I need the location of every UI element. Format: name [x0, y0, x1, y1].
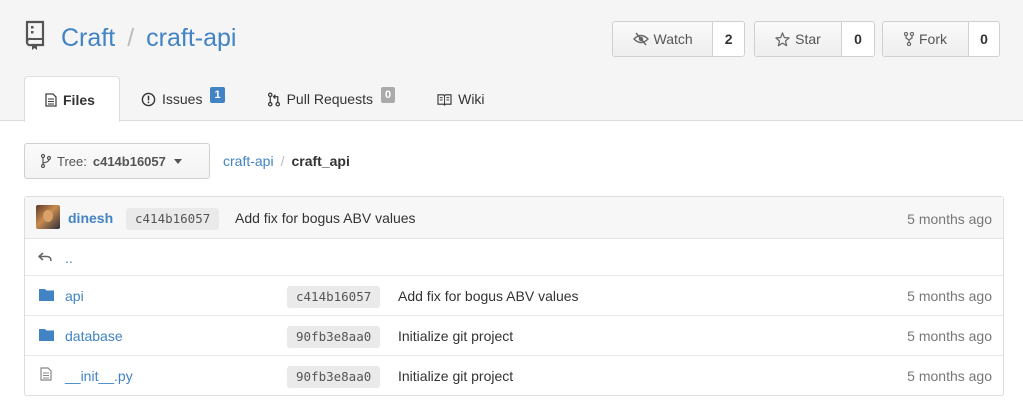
- tab-pull-requests-label: Pull Requests: [286, 91, 373, 107]
- breadcrumb-root-link[interactable]: craft-api: [223, 153, 274, 169]
- repo-name-link[interactable]: craft-api: [146, 24, 236, 52]
- watch-button-group: Watch 2: [612, 21, 745, 57]
- entry-age: 5 months ago: [907, 288, 992, 304]
- repo-title: Craft / craft-api: [61, 22, 236, 54]
- parent-directory-link[interactable]: ..: [65, 250, 73, 266]
- breadcrumb: craft-api / craft_api: [223, 153, 350, 169]
- star-label: Star: [795, 31, 821, 47]
- latest-commit-bar: dinesh c414b16057 Add fix for bogus ABV …: [25, 197, 1003, 239]
- fork-count[interactable]: 0: [969, 22, 999, 56]
- table-row[interactable]: __init__.py 90fb3e8aa0 Initialize git pr…: [25, 356, 1003, 396]
- watch-count[interactable]: 2: [713, 22, 744, 56]
- entry-age: 5 months ago: [907, 328, 992, 344]
- tab-issues[interactable]: Issues 1: [120, 76, 246, 121]
- watch-label: Watch: [653, 31, 693, 47]
- commit-sha-badge[interactable]: c414b16057: [126, 208, 220, 230]
- commit-author-link[interactable]: dinesh: [68, 210, 113, 226]
- tab-issues-label: Issues: [162, 91, 203, 107]
- pull-requests-count-badge: 0: [380, 87, 396, 103]
- tab-wiki[interactable]: Wiki: [416, 76, 505, 121]
- issue-icon: [141, 92, 156, 106]
- avatar[interactable]: [36, 205, 60, 229]
- branch-selector-label: Tree:: [57, 153, 87, 169]
- eye-slash-icon: [632, 32, 649, 46]
- book-icon: [437, 93, 452, 106]
- fork-icon: [904, 32, 914, 46]
- reply-arrow-icon: [38, 252, 52, 262]
- file-text-icon: [40, 367, 52, 381]
- file-icon: [45, 92, 57, 107]
- folder-icon: [39, 289, 54, 301]
- file-browser-table: dinesh c414b16057 Add fix for bogus ABV …: [24, 196, 1004, 396]
- watch-button[interactable]: Watch: [613, 22, 714, 56]
- repo-title-separator: /: [127, 24, 135, 52]
- tab-files-label: Files: [63, 91, 95, 108]
- star-icon: [775, 31, 790, 46]
- chevron-down-icon: [173, 158, 182, 164]
- repo-header: Craft / craft-api Watch 2 Star 0 Fork 0 …: [0, 0, 1023, 122]
- table-row[interactable]: api c414b16057 Add fix for bogus ABV val…: [25, 276, 1003, 316]
- repo-book-icon: [25, 20, 45, 50]
- entry-sha-badge[interactable]: 90fb3e8aa0: [287, 366, 381, 388]
- branch-icon: [41, 154, 51, 168]
- repo-tabs: Files Issues 1 Pull Requests 0 Wiki: [24, 76, 506, 122]
- issues-count-badge: 1: [210, 87, 225, 103]
- parent-directory-row[interactable]: ..: [25, 239, 1003, 276]
- star-count[interactable]: 0: [842, 22, 874, 56]
- repo-owner-link[interactable]: Craft: [61, 24, 115, 52]
- table-row[interactable]: database 90fb3e8aa0 Initialize git proje…: [25, 316, 1003, 356]
- entry-commit-message[interactable]: Initialize git project: [398, 368, 513, 384]
- branch-selector[interactable]: Tree: c414b16057: [24, 143, 210, 179]
- entry-age: 5 months ago: [907, 368, 992, 384]
- pull-request-icon: [267, 92, 280, 106]
- tab-wiki-label: Wiki: [458, 91, 485, 107]
- star-button-group: Star 0: [754, 21, 875, 57]
- entry-sha-badge[interactable]: c414b16057: [287, 286, 381, 308]
- fork-label: Fork: [919, 31, 947, 47]
- entry-sha-badge[interactable]: 90fb3e8aa0: [287, 326, 381, 348]
- commit-message[interactable]: Add fix for bogus ABV values: [235, 210, 416, 226]
- commit-age: 5 months ago: [907, 211, 992, 227]
- star-button[interactable]: Star: [755, 22, 842, 56]
- entry-commit-message[interactable]: Initialize git project: [398, 328, 513, 344]
- entry-name-link[interactable]: api: [65, 288, 84, 304]
- branch-selector-value: c414b16057: [92, 153, 166, 169]
- folder-icon: [39, 329, 54, 341]
- breadcrumb-separator: /: [280, 153, 285, 169]
- entry-name-link[interactable]: database: [65, 328, 123, 344]
- breadcrumb-current: craft_api: [291, 153, 350, 169]
- fork-button[interactable]: Fork: [883, 22, 969, 56]
- entry-commit-message[interactable]: Add fix for bogus ABV values: [398, 288, 579, 304]
- fork-button-group: Fork 0: [882, 21, 1000, 57]
- tab-files[interactable]: Files: [24, 76, 120, 122]
- entry-name-link[interactable]: __init__.py: [65, 368, 133, 384]
- tab-pull-requests[interactable]: Pull Requests 0: [246, 76, 417, 121]
